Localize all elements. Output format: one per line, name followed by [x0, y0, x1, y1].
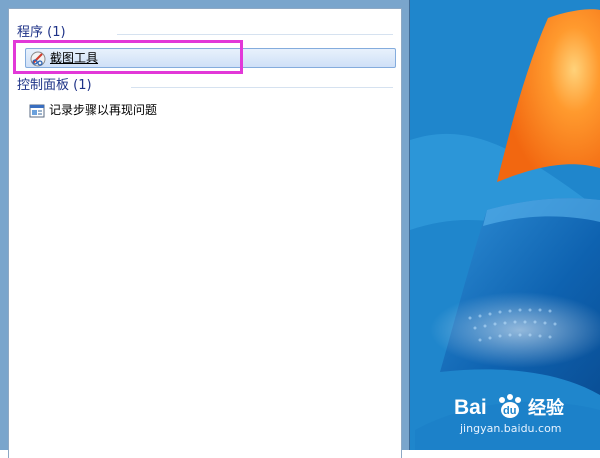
result-label: 记录步骤以再现问题 — [49, 103, 158, 117]
svg-text:Bai: Bai — [454, 396, 487, 419]
group-divider — [131, 87, 393, 88]
baidu-jingyan-watermark: Bai du 经验 jingyan.baidu.com — [452, 388, 592, 442]
result-item-steps-recorder[interactable]: 记录步骤以再现问题 — [25, 101, 396, 121]
watermark-url: jingyan.baidu.com — [460, 422, 562, 435]
steps-recorder-icon — [29, 104, 45, 118]
svg-text:du: du — [503, 405, 516, 417]
group-divider — [117, 34, 393, 35]
annotation-highlight-box — [13, 40, 243, 74]
baidu-logo: Bai du 经验 — [454, 394, 565, 419]
group-title-control-panel: 控制面板 (1) — [17, 78, 92, 93]
search-results-pane: 程序 (1) 截图工具 控制面板 (1) 记录步骤以再现问题 — [8, 8, 402, 458]
svg-text:经验: 经验 — [528, 397, 565, 419]
group-header-control-panel[interactable]: 控制面板 (1) — [17, 77, 393, 97]
